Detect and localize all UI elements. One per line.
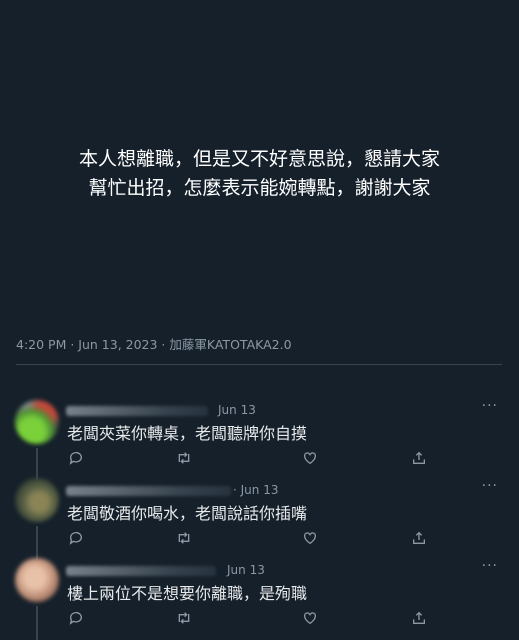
post-meta[interactable]: 4:20 PM · Jun 13, 2023 · 加藤軍KATOTAKA2.0: [16, 334, 292, 353]
avatar[interactable]: [15, 558, 59, 602]
avatar[interactable]: [15, 478, 59, 522]
user-name[interactable]: [66, 486, 231, 496]
reply-icon[interactable]: [68, 450, 84, 466]
action-bar: [0, 450, 519, 470]
reply-item[interactable]: Jun 13 ··· 樓上兩位不是想要你離職，是殉職: [0, 558, 519, 640]
post-text-line-1: 本人想離職，但是又不好意思說，懇請大家: [78, 148, 440, 170]
post-text-line-2: 幫忙出招，怎麼表示能婉轉點，謝謝大家: [88, 177, 431, 199]
action-bar: [0, 610, 519, 630]
more-icon[interactable]: ···: [482, 478, 498, 494]
reply-icon[interactable]: [68, 610, 84, 626]
more-icon[interactable]: ···: [482, 558, 498, 574]
reply-text: 樓上兩位不是想要你離職，是殉職: [67, 584, 308, 603]
reply-text: 老闆敬酒你喝水，老闆說話你插嘴: [67, 504, 308, 523]
reply-date[interactable]: Jun 13: [218, 403, 256, 417]
user-name[interactable]: [66, 406, 208, 416]
like-icon[interactable]: [302, 450, 318, 466]
action-bar: [0, 530, 519, 550]
user-name[interactable]: [66, 566, 216, 576]
avatar[interactable]: [15, 400, 59, 444]
share-icon[interactable]: [411, 610, 427, 626]
retweet-icon[interactable]: [176, 450, 192, 466]
reply-text: 老闆夾菜你轉桌，老闆聽牌你自摸: [67, 424, 308, 443]
more-icon[interactable]: ···: [482, 398, 498, 414]
retweet-icon[interactable]: [176, 530, 192, 546]
share-icon[interactable]: [411, 450, 427, 466]
reply-date[interactable]: · Jun 13: [233, 483, 278, 497]
like-icon[interactable]: [302, 530, 318, 546]
retweet-icon[interactable]: [176, 610, 192, 626]
post-text: 本人想離職，但是又不好意思說，懇請大家 幫忙出招，怎麼表示能婉轉點，謝謝大家: [0, 145, 519, 203]
reply-date[interactable]: Jun 13: [227, 563, 265, 577]
share-icon[interactable]: [411, 530, 427, 546]
divider: [16, 364, 502, 365]
reply-icon[interactable]: [68, 530, 84, 546]
reply-item[interactable]: · Jun 13 ··· 老闆敬酒你喝水，老闆說話你插嘴: [0, 478, 519, 560]
like-icon[interactable]: [302, 610, 318, 626]
reply-item[interactable]: Jun 13 ··· 老闆夾菜你轉桌，老闆聽牌你自摸: [0, 398, 519, 480]
